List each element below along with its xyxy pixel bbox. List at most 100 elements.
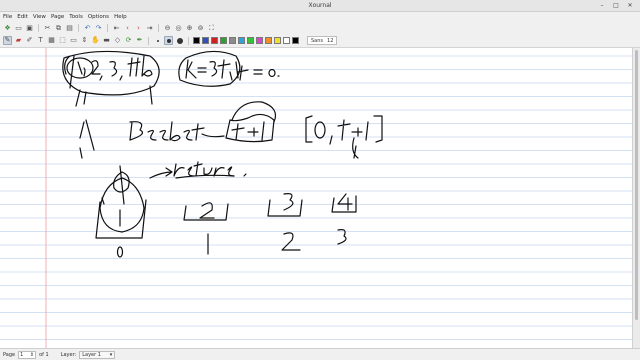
- redo-icon[interactable]: ↷: [94, 24, 103, 33]
- layer-value: Layer 1: [82, 351, 101, 358]
- hand-tool-icon[interactable]: ✋: [91, 36, 100, 45]
- note-page[interactable]: [0, 48, 632, 348]
- last-page-icon[interactable]: ⇥: [145, 24, 154, 33]
- paste-icon[interactable]: ▤: [65, 24, 74, 33]
- page-number-value: 1: [20, 351, 24, 358]
- page-number-spinner[interactable]: 1 ⇕: [18, 350, 37, 359]
- save-icon[interactable]: ▣: [25, 24, 34, 33]
- ink-stroke: [231, 101, 277, 123]
- scrollbar-thumb[interactable]: [635, 50, 638, 320]
- color-swatch-red[interactable]: [211, 37, 218, 44]
- menu-tools[interactable]: Tools: [69, 14, 83, 20]
- ink-stroke: [201, 133, 225, 138]
- menu-view[interactable]: View: [33, 14, 46, 20]
- zoom-in-icon[interactable]: ⊕: [185, 24, 194, 33]
- default-pen-icon[interactable]: ✒: [135, 36, 144, 45]
- fullscreen-icon[interactable]: ⛶: [207, 24, 216, 33]
- first-page-icon[interactable]: ⇤: [112, 24, 121, 33]
- window-controls: – □ ✕: [598, 2, 634, 10]
- eraser-tool-icon[interactable]: ▰: [14, 36, 23, 45]
- open-file-icon[interactable]: ▭: [14, 24, 23, 33]
- font-button[interactable]: Sans 12: [307, 36, 338, 45]
- ink-stroke: [149, 167, 173, 179]
- ink-stroke: [199, 202, 215, 219]
- pen-tool-icon[interactable]: ✎: [3, 36, 12, 45]
- status-bar: Page 1 ⇕ of 1 Layer: Layer 1 ▾: [0, 348, 640, 360]
- ruler-icon[interactable]: ▬: [102, 36, 111, 45]
- toolbar-separator: [107, 24, 108, 32]
- color-swatch-white[interactable]: [283, 37, 290, 44]
- ink-stroke: [314, 121, 326, 139]
- layer-select[interactable]: Layer 1 ▾: [79, 350, 116, 359]
- default-tools-icon[interactable]: ⟳: [124, 36, 133, 45]
- select-rectangle-icon[interactable]: ▭: [69, 36, 78, 45]
- current-color-indicator[interactable]: [292, 37, 299, 44]
- ink-stroke: [305, 115, 313, 143]
- ink-stroke: [283, 193, 294, 211]
- text-tool-icon[interactable]: T: [36, 36, 45, 45]
- next-page-icon[interactable]: ›: [134, 24, 143, 33]
- color-swatch-yellow[interactable]: [274, 37, 281, 44]
- ink-stroke: [127, 55, 153, 77]
- ink-stroke: [79, 119, 95, 159]
- thick-width-icon[interactable]: [175, 36, 184, 45]
- maximize-icon[interactable]: □: [612, 2, 620, 10]
- color-swatch-green[interactable]: [220, 37, 227, 44]
- ink-stroke: [281, 232, 301, 251]
- undo-icon[interactable]: ↶: [83, 24, 92, 33]
- ink-stroke: [109, 61, 123, 81]
- ink-stroke: [129, 121, 205, 142]
- ink-stroke: [116, 246, 124, 258]
- color-swatch-black[interactable]: [193, 37, 200, 44]
- previous-page-icon[interactable]: ‹: [123, 24, 132, 33]
- toolbar-separator: [38, 24, 39, 32]
- color-swatch-gray[interactable]: [229, 37, 236, 44]
- vertical-scrollbar[interactable]: [632, 48, 640, 348]
- cut-icon[interactable]: ✂: [43, 24, 52, 33]
- menu-help[interactable]: Help: [114, 14, 127, 20]
- highlighter-tool-icon[interactable]: ✐: [25, 36, 34, 45]
- ink-stroke: [329, 115, 383, 145]
- ink-stroke: [267, 199, 303, 217]
- toolbar-separator: [188, 36, 189, 45]
- handwriting: [62, 50, 383, 258]
- ink-stroke: [113, 165, 130, 205]
- chevron-down-icon: ▾: [109, 351, 113, 358]
- thin-width-icon[interactable]: [153, 36, 162, 45]
- shape-recognizer-icon[interactable]: ◇: [113, 36, 122, 45]
- close-icon[interactable]: ✕: [626, 2, 634, 10]
- toolbar-separator: [158, 24, 159, 32]
- font-name: Sans: [311, 37, 324, 44]
- note-canvas[interactable]: [0, 48, 632, 348]
- page-rule-lines: [0, 55, 632, 340]
- ink-stroke: [91, 60, 103, 81]
- toolbar-separator: [78, 24, 79, 32]
- color-swatch-orange[interactable]: [265, 37, 272, 44]
- color-swatch-magenta[interactable]: [256, 37, 263, 44]
- menu-options[interactable]: Options: [88, 14, 109, 20]
- new-file-icon[interactable]: ❖: [3, 24, 12, 33]
- vertical-space-icon[interactable]: ⇕: [80, 36, 89, 45]
- menu-file[interactable]: File: [3, 14, 12, 20]
- ink-stroke: [337, 193, 353, 211]
- zoom-out-icon[interactable]: ⊖: [163, 24, 172, 33]
- ink-stroke: [352, 137, 359, 159]
- zoom-100-icon[interactable]: ◎: [174, 24, 183, 33]
- zoom-width-icon[interactable]: ⊚: [196, 24, 205, 33]
- title-bar: Xournal – □ ✕: [0, 0, 640, 12]
- medium-width-icon[interactable]: [164, 36, 173, 45]
- copy-icon[interactable]: ⧉: [54, 24, 63, 33]
- color-swatch-light-blue[interactable]: [238, 37, 245, 44]
- menu-edit[interactable]: Edit: [17, 14, 28, 20]
- toolbar-separator: [148, 36, 149, 45]
- menu-page[interactable]: Page: [51, 14, 64, 20]
- image-tool-icon[interactable]: ▦: [47, 36, 56, 45]
- spinner-arrows-icon[interactable]: ⇕: [30, 352, 34, 358]
- select-region-icon[interactable]: ⬚: [58, 36, 67, 45]
- ink-stroke: [231, 121, 265, 141]
- page-label: Page: [3, 351, 16, 358]
- minimize-icon[interactable]: –: [598, 2, 606, 10]
- ink-stroke: [217, 59, 239, 81]
- color-swatch-light-green[interactable]: [247, 37, 254, 44]
- color-swatch-blue[interactable]: [202, 37, 209, 44]
